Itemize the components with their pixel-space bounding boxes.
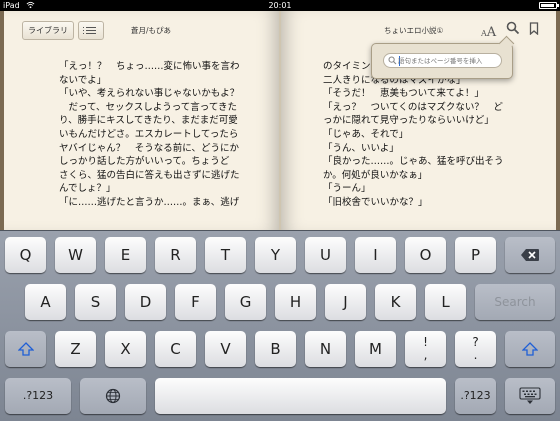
key-f[interactable]: F (175, 284, 216, 320)
key-k[interactable]: K (375, 284, 416, 320)
key-g[interactable]: G (225, 284, 266, 320)
key-h[interactable]: H (275, 284, 316, 320)
key-o[interactable]: O (405, 237, 446, 273)
search-icon[interactable] (506, 21, 520, 35)
library-button[interactable]: ライブラリ (22, 21, 74, 40)
key-n[interactable]: N (305, 331, 346, 367)
search-input[interactable] (398, 55, 498, 66)
key-i[interactable]: I (355, 237, 396, 273)
delete-key[interactable] (505, 237, 555, 273)
battery-icon (539, 2, 559, 9)
font-size-button[interactable]: AA (481, 21, 496, 40)
globe-icon (105, 388, 121, 404)
key-s[interactable]: S (75, 284, 116, 320)
key-comma-label: , (423, 348, 428, 362)
numbers-key-left[interactable]: .?123 (5, 378, 71, 414)
shift-arrow-icon (521, 342, 539, 356)
key-t[interactable]: T (205, 237, 246, 273)
key-r[interactable]: R (155, 237, 196, 273)
table-of-contents-button[interactable] (78, 21, 104, 40)
space-bar[interactable] (155, 378, 446, 414)
font-size-large-icon: A (486, 25, 497, 40)
left-page-text: 「えっ！？ ちょっ……変に怖い事を言わ ないでよ」 「いや、考えられない事じゃな… (59, 61, 240, 208)
key-c[interactable]: C (155, 331, 196, 367)
search-key[interactable]: Search (475, 284, 555, 320)
numbers-key-right[interactable]: .?123 (455, 378, 496, 414)
shift-arrow-icon (16, 342, 35, 356)
search-popover (371, 35, 515, 79)
key-a[interactable]: A (25, 284, 66, 320)
shift-key-left[interactable] (5, 331, 46, 367)
globe-key[interactable] (80, 378, 146, 414)
right-page-text: のタイミン 二人きりになるのはマズイかな」 「そうだ！ 恵美もついて来てよ！」 … (323, 61, 504, 208)
key-d[interactable]: D (125, 284, 166, 320)
clock: 20:01 (268, 1, 292, 10)
list-icon (83, 27, 96, 28)
key-question-label: ? (472, 335, 479, 349)
key-exclaim-comma[interactable]: ! , (405, 331, 446, 367)
keyboard-dismiss-icon (519, 387, 541, 404)
key-j[interactable]: J (325, 284, 366, 320)
dismiss-keyboard-key[interactable] (505, 378, 555, 414)
key-exclaim-label: ! (423, 335, 428, 349)
key-period-label: . (473, 348, 478, 362)
left-page[interactable]: ライブラリ 蒼月/もぴあ 「えっ！？ ちょっ……変に怖い事を言わ ないでよ」 「… (4, 11, 279, 230)
book-author-title: 蒼月/もぴあ (131, 26, 172, 35)
search-field-magnifier-icon (388, 56, 397, 65)
key-q[interactable]: Q (5, 237, 46, 273)
shift-key-right[interactable] (505, 331, 555, 367)
status-bar: iPad 20:01 (0, 0, 560, 11)
key-p[interactable]: P (455, 237, 496, 273)
key-l[interactable]: L (425, 284, 466, 320)
key-z[interactable]: Z (55, 331, 96, 367)
key-question-period[interactable]: ? . (455, 331, 496, 367)
key-m[interactable]: M (355, 331, 396, 367)
delete-backspace-icon (521, 249, 539, 261)
search-field[interactable] (383, 53, 502, 68)
key-u[interactable]: U (305, 237, 346, 273)
key-w[interactable]: W (55, 237, 96, 273)
bookmark-icon[interactable] (529, 22, 539, 35)
key-y[interactable]: Y (255, 237, 296, 273)
key-e[interactable]: E (105, 237, 146, 273)
on-screen-keyboard: Q W E R T Y U I O P A S D F G H J K L Se… (0, 230, 560, 421)
key-v[interactable]: V (205, 331, 246, 367)
book-title: ちょいエロ小説① (384, 26, 444, 35)
key-x[interactable]: X (105, 331, 146, 367)
key-b[interactable]: B (255, 331, 296, 367)
